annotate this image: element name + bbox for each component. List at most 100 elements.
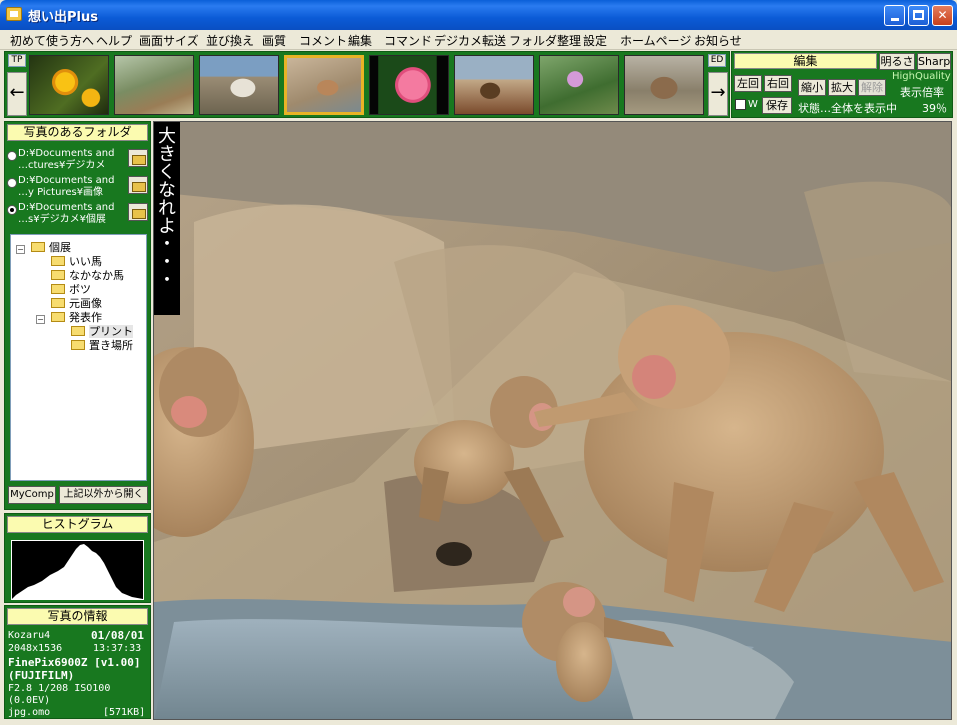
thumbnail-cow[interactable] (624, 55, 704, 115)
menu-bar: 初めて使う方へ ヘルプ 画面サイズ 並び換え 画質 コメント 編集 コマンド デ… (0, 30, 957, 50)
tree-node[interactable]: 元画像 (51, 297, 102, 311)
menu-sort[interactable]: 並び換え (206, 32, 254, 49)
menu-folder-organize[interactable]: フォルダ整理 (509, 32, 581, 49)
open-folder-icon (71, 326, 85, 336)
caption-strip: 大きくなれよ・・・ (154, 122, 180, 315)
photo-viewer[interactable]: 大きくなれよ・・・ (153, 121, 952, 720)
open-folder-icon[interactable] (128, 176, 148, 194)
quality-label: HighQuality (892, 71, 951, 82)
save-button[interactable]: 保存 (762, 97, 792, 114)
menu-comment[interactable]: コメント (299, 32, 347, 49)
menu-edit[interactable]: 編集 (348, 32, 372, 49)
minimize-icon (890, 18, 899, 21)
folder-icon (71, 340, 85, 350)
edit-title[interactable]: 編集 (734, 53, 877, 69)
folder-entry[interactable]: D:¥Documents and …y Pictures¥画像 (7, 175, 148, 201)
photo-date: 01/08/01 (91, 629, 144, 642)
thumbnail-purple-flower[interactable] (539, 55, 619, 115)
tree-node[interactable]: ボツ (51, 283, 91, 297)
close-icon: ✕ (937, 8, 948, 22)
open-folder-icon[interactable] (128, 149, 148, 167)
thumbnail-pink-flower[interactable] (369, 55, 449, 115)
maximize-button[interactable] (908, 5, 929, 26)
tree-node[interactable]: なかなか馬 (51, 269, 124, 283)
thumbnail-ducks[interactable] (199, 55, 279, 115)
menu-command[interactable]: コマンド (384, 32, 432, 49)
folder-radio[interactable] (7, 178, 17, 188)
close-button[interactable]: ✕ (932, 5, 953, 26)
folder-entry[interactable]: D:¥Documents and …s¥デジカメ¥個展 (7, 202, 148, 228)
folder-entry[interactable]: D:¥Documents and …ctures¥デジカメ (7, 148, 148, 174)
thumbnail-grass[interactable] (114, 55, 194, 115)
folder-icon (51, 312, 65, 322)
prev-arrow-button[interactable]: ← (7, 72, 27, 116)
top-button[interactable]: TP (8, 54, 26, 67)
folder-path: D:¥Documents and …ctures¥デジカメ (18, 148, 115, 171)
histogram-shape (12, 544, 143, 599)
menu-screen-size[interactable]: 画面サイズ (139, 32, 199, 49)
folder-path: D:¥Documents and …y Pictures¥画像 (18, 175, 115, 198)
main-photo (154, 122, 951, 719)
menu-help[interactable]: ヘルプ (96, 32, 132, 49)
maximize-icon (913, 10, 924, 20)
edit-panel: 編集 明るさ Sharp 左回 右回 縮小 拡大 解除 W 保存 HighQua… (731, 51, 953, 118)
photo-resolution: 2048x1536 (8, 643, 63, 654)
thumbnail-yellow-flowers[interactable] (29, 55, 109, 115)
status-text: 状態…全体を表示中 (798, 102, 897, 115)
window-title: 想い出Plus (28, 10, 98, 25)
menu-first-time[interactable]: 初めて使う方へ (10, 32, 94, 49)
shrink-button[interactable]: 縮小 (798, 79, 826, 96)
open-other-button[interactable]: 上記以外から開く (59, 486, 148, 504)
tree-node-root[interactable]: 個展 (31, 241, 71, 255)
end-button[interactable]: ED (708, 54, 726, 67)
thumbnail-monkeys-selected[interactable] (284, 55, 364, 115)
folder-path: D:¥Documents and …s¥デジカメ¥個展 (18, 202, 115, 225)
open-folder-icon[interactable] (128, 203, 148, 221)
zoom-value: 39％ (922, 102, 947, 115)
title-bar[interactable]: 想い出Plus ✕ (0, 0, 957, 30)
thumbnail-horse[interactable] (454, 55, 534, 115)
enlarge-button[interactable]: 拡大 (828, 79, 856, 96)
menu-quality[interactable]: 画質 (262, 32, 286, 49)
info-title: 写真の情報 (7, 608, 148, 625)
collapse-toggle[interactable]: − (36, 315, 45, 324)
rotate-left-button[interactable]: 左回 (734, 75, 762, 92)
collapse-toggle[interactable]: − (16, 245, 25, 254)
sharp-button[interactable]: Sharp (917, 53, 951, 70)
minimize-button[interactable] (884, 5, 905, 26)
app-icon (6, 7, 22, 21)
menu-settings[interactable]: 設定 (583, 32, 607, 49)
histogram-panel: ヒストグラム (4, 513, 151, 603)
photo-time: 13:37:33 (93, 643, 142, 654)
release-button[interactable]: 解除 (858, 79, 886, 96)
brightness-button[interactable]: 明るさ (879, 53, 915, 70)
exposure-info: F2.8 1/208 ISO100 (8, 683, 111, 694)
histogram-graph (11, 540, 144, 600)
menu-news[interactable]: お知らせ (694, 32, 742, 49)
camera-maker: (FUJIFILM) (8, 669, 75, 682)
rotate-right-button[interactable]: 右回 (764, 75, 792, 92)
photo-name: Kozaru4 (8, 630, 51, 641)
file-size: [571KB] (103, 707, 146, 718)
next-arrow-button[interactable]: → (708, 72, 728, 116)
folder-icon (51, 298, 65, 308)
folder-icon (51, 256, 65, 266)
folder-radio-selected[interactable] (7, 205, 17, 215)
tree-node[interactable]: いい馬 (51, 255, 102, 269)
folder-icon (51, 284, 65, 294)
tree-node-selected[interactable]: プリント (71, 325, 133, 339)
menu-camera-transfer[interactable]: デジカメ転送 (434, 32, 506, 49)
folder-icon (31, 242, 45, 252)
camera-model: FinePix6900Z [v1.00] (8, 656, 141, 669)
thumbnail-strip: TP ← ED → (4, 51, 730, 118)
tree-node[interactable]: 置き場所 (71, 339, 133, 353)
folder-radio[interactable] (7, 151, 17, 161)
folder-panel-title: 写真のあるフォルダ (7, 124, 148, 141)
ev-info: (0.0EV) (8, 695, 51, 706)
folder-tree: − 個展 いい馬 なかなか馬 ボツ 元画像 − 発表作 プリント 置き場所 (10, 234, 147, 481)
menu-homepage[interactable]: ホームページ (620, 32, 691, 49)
my-computer-button[interactable]: MyComp (8, 486, 56, 504)
tree-node[interactable]: 発表作 (51, 311, 102, 325)
w-checkbox[interactable] (735, 99, 746, 110)
folder-panel: 写真のあるフォルダ D:¥Documents and …ctures¥デジカメ D… (4, 121, 151, 510)
